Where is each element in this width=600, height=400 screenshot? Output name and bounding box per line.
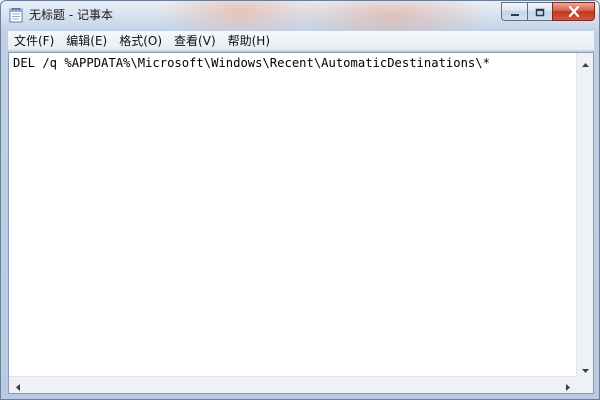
minimize-button[interactable] bbox=[501, 2, 527, 21]
arrow-right-icon bbox=[565, 376, 570, 395]
scroll-down-button[interactable] bbox=[577, 359, 594, 376]
scroll-right-button[interactable] bbox=[559, 377, 576, 394]
notepad-icon[interactable] bbox=[9, 7, 23, 23]
arrow-up-icon bbox=[582, 52, 589, 71]
menu-bar: 文件(F) 编辑(E) 格式(O) 查看(V) 帮助(H) bbox=[8, 31, 594, 51]
notepad-window: 无标题 - 记事本 文件(F) 编辑(E) 格式(O) 查看(V) 帮助(H) … bbox=[0, 0, 600, 400]
menu-help[interactable]: 帮助(H) bbox=[222, 32, 276, 50]
scroll-left-button[interactable] bbox=[9, 377, 26, 394]
caption-buttons bbox=[501, 2, 595, 21]
vertical-scrollbar[interactable] bbox=[576, 53, 593, 376]
menu-view[interactable]: 查看(V) bbox=[168, 32, 222, 50]
close-button[interactable] bbox=[552, 2, 595, 21]
minimize-icon bbox=[510, 2, 520, 21]
horizontal-scrollbar[interactable] bbox=[9, 376, 576, 393]
arrow-down-icon bbox=[582, 358, 589, 377]
maximize-button[interactable] bbox=[527, 2, 552, 21]
title-bar[interactable]: 无标题 - 记事本 bbox=[1, 1, 599, 29]
window-title: 无标题 - 记事本 bbox=[29, 8, 113, 22]
menu-format[interactable]: 格式(O) bbox=[113, 32, 168, 50]
menu-edit[interactable]: 编辑(E) bbox=[60, 32, 113, 50]
editor-text[interactable]: DEL /q %APPDATA%\Microsoft\Windows\Recen… bbox=[11, 55, 577, 375]
arrow-left-icon bbox=[15, 376, 20, 395]
text-editor[interactable]: DEL /q %APPDATA%\Microsoft\Windows\Recen… bbox=[8, 52, 594, 394]
maximize-icon bbox=[535, 2, 545, 21]
scroll-up-button[interactable] bbox=[577, 53, 594, 70]
menu-file[interactable]: 文件(F) bbox=[8, 32, 60, 50]
close-icon bbox=[568, 2, 580, 21]
scrollbar-corner bbox=[576, 376, 593, 393]
